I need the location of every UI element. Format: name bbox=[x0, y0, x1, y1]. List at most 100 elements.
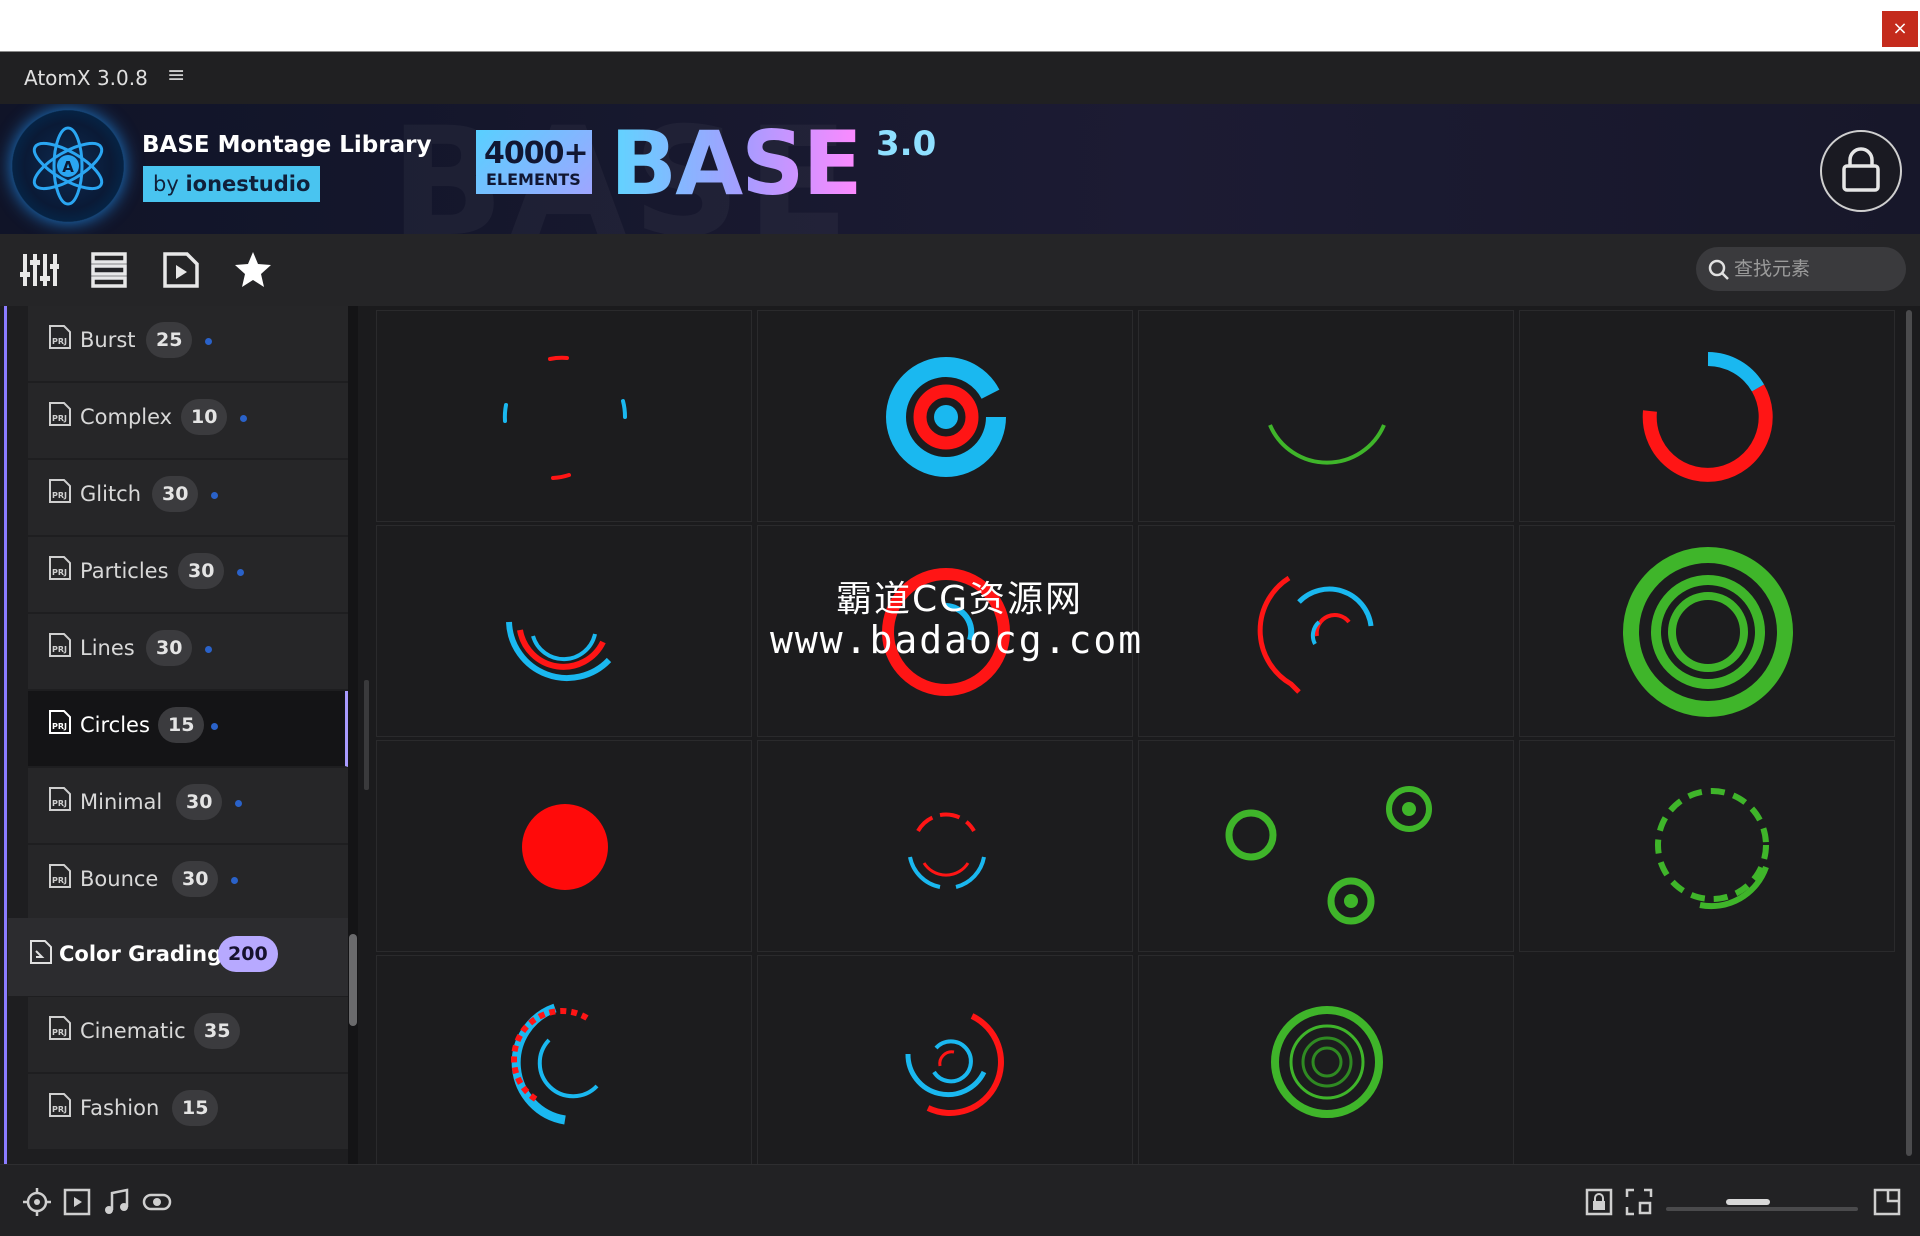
sidebar-item-label: Cinematic bbox=[80, 1019, 186, 1043]
premiere-project-icon: PRJ bbox=[49, 402, 71, 426]
category-sidebar: PRJ Burst 25 PRJ Complex 10 PRJ Glitch 3… bbox=[0, 306, 358, 1164]
toggle-icon[interactable] bbox=[142, 1187, 172, 1217]
author-name: ionestudio bbox=[185, 172, 311, 196]
premiere-project-icon: PRJ bbox=[49, 633, 71, 657]
premiere-project-icon: PRJ bbox=[49, 1093, 71, 1117]
status-dot bbox=[205, 646, 212, 653]
preview-tile-11[interactable] bbox=[1138, 740, 1514, 952]
preview-tile-3[interactable] bbox=[1138, 310, 1514, 522]
sidebar-item-label: Particles bbox=[80, 559, 169, 583]
library-banner: BASE A BASE Montage Library by ionestudi… bbox=[0, 104, 1920, 234]
sidebar-item-burst[interactable]: PRJ Burst 25 bbox=[28, 306, 348, 382]
preview-tile-1[interactable] bbox=[376, 310, 752, 522]
sidebar-group-label: Color Grading bbox=[59, 942, 223, 966]
sidebar-item-fashion[interactable]: PRJ Fashion 15 bbox=[28, 1074, 348, 1150]
preview-tile-15[interactable] bbox=[1138, 955, 1514, 1167]
list-icon[interactable] bbox=[89, 250, 129, 290]
sidebar-item-cinematic[interactable]: PRJ Cinematic 35 bbox=[28, 997, 348, 1073]
sidebar-item-label: Glitch bbox=[80, 482, 142, 506]
preview-tile-2[interactable] bbox=[757, 310, 1133, 522]
sidebar-item-bounce[interactable]: PRJ Bounce 30 bbox=[28, 845, 348, 921]
sidebar-item-label: Burst bbox=[80, 328, 136, 352]
expand-icon[interactable] bbox=[1872, 1187, 1902, 1217]
status-dot bbox=[235, 800, 242, 807]
status-dot bbox=[237, 569, 244, 576]
shopping-bag-icon bbox=[1842, 147, 1880, 192]
music-icon[interactable] bbox=[102, 1187, 132, 1217]
preview-tile-5[interactable] bbox=[376, 525, 752, 737]
svg-text:PRJ: PRJ bbox=[52, 568, 67, 577]
sidebar-accent-line bbox=[4, 306, 7, 1164]
premiere-project-icon: PRJ bbox=[49, 479, 71, 503]
count-badge: 15 bbox=[158, 707, 205, 743]
elements-count-badge: 4000+ ELEMENTS bbox=[476, 130, 592, 194]
video-icon[interactable] bbox=[62, 1187, 92, 1217]
count-badge: 30 bbox=[152, 476, 199, 512]
preview-grid bbox=[376, 310, 1900, 1167]
count-badge: 35 bbox=[194, 1013, 241, 1049]
preview-tile-12[interactable] bbox=[1519, 740, 1895, 952]
preview-tile-10[interactable] bbox=[757, 740, 1133, 952]
preview-tile-8[interactable] bbox=[1519, 525, 1895, 737]
search-input[interactable] bbox=[1734, 253, 1894, 285]
lock-icon[interactable] bbox=[1584, 1187, 1614, 1217]
svg-text:PRJ: PRJ bbox=[52, 337, 67, 346]
count-badge: 30 bbox=[178, 553, 225, 589]
svg-text:A: A bbox=[62, 158, 74, 176]
sidebar-item-label: Fashion bbox=[80, 1096, 160, 1120]
sidebar-item-complex[interactable]: PRJ Complex 10 bbox=[28, 383, 348, 459]
preview-tile-13[interactable] bbox=[376, 955, 752, 1167]
preview-tile-4[interactable] bbox=[1519, 310, 1895, 522]
search-icon bbox=[1708, 259, 1729, 280]
count-badge: 30 bbox=[176, 784, 223, 820]
zoom-slider-knob[interactable] bbox=[1726, 1199, 1770, 1205]
sidebar-item-glitch[interactable]: PRJ Glitch 30 bbox=[28, 460, 348, 536]
watermark-title: 霸道CG资源网 bbox=[836, 579, 1084, 620]
sidebar-item-minimal[interactable]: PRJ Minimal 30 bbox=[28, 768, 348, 844]
play-file-icon[interactable] bbox=[161, 250, 201, 290]
sidebar-item-circles[interactable]: PRJ Circles 15 bbox=[28, 691, 348, 767]
sidebar-item-label: Lines bbox=[80, 636, 135, 660]
grid-scrollbar[interactable] bbox=[1906, 310, 1912, 1156]
premiere-project-icon: PRJ bbox=[49, 556, 71, 580]
elements-unit: ELEMENTS bbox=[486, 170, 581, 189]
search-box[interactable] bbox=[1696, 247, 1906, 291]
product-version: 3.0 bbox=[876, 124, 937, 164]
status-dot bbox=[211, 723, 218, 730]
premiere-project-icon: PRJ bbox=[49, 864, 71, 888]
premiere-project-icon: PRJ bbox=[49, 710, 71, 734]
sidebar-item-particles[interactable]: PRJ Particles 30 bbox=[28, 537, 348, 613]
svg-text:PRJ: PRJ bbox=[52, 645, 67, 654]
svg-text:PRJ: PRJ bbox=[52, 799, 67, 808]
sliders-icon[interactable] bbox=[19, 250, 59, 290]
sidebar-item-label: Bounce bbox=[80, 867, 159, 891]
status-dot bbox=[240, 415, 247, 422]
library-author-tag[interactable]: by ionestudio bbox=[143, 166, 321, 202]
preview-tile-9[interactable] bbox=[376, 740, 752, 952]
premiere-project-icon: PRJ bbox=[49, 1016, 71, 1040]
preview-tile-14[interactable] bbox=[757, 955, 1133, 1167]
window-close-button[interactable]: × bbox=[1882, 11, 1918, 47]
preview-tile-7[interactable] bbox=[1138, 525, 1514, 737]
count-badge: 10 bbox=[181, 399, 228, 435]
svg-text:PRJ: PRJ bbox=[52, 876, 67, 885]
zoom-slider[interactable] bbox=[1666, 1207, 1858, 1211]
shopping-bag-button[interactable] bbox=[1820, 130, 1902, 212]
svg-text:PRJ: PRJ bbox=[52, 414, 67, 423]
hamburger-menu-icon[interactable]: ≡ bbox=[167, 63, 185, 88]
count-badge: 200 bbox=[218, 936, 278, 972]
sidebar-item-lines[interactable]: PRJ Lines 30 bbox=[28, 614, 348, 690]
move-target-icon[interactable] bbox=[22, 1187, 52, 1217]
premiere-project-icon: PRJ bbox=[49, 325, 71, 349]
sidebar-scroll-thumb[interactable] bbox=[349, 934, 357, 1026]
sidebar-scrollbar[interactable] bbox=[348, 306, 358, 1164]
svg-text:PRJ: PRJ bbox=[52, 1105, 67, 1114]
product-name: BASE bbox=[610, 112, 863, 215]
panel-resize-handle[interactable] bbox=[364, 680, 369, 790]
star-icon[interactable] bbox=[233, 250, 273, 290]
svg-text:PRJ: PRJ bbox=[52, 491, 67, 500]
atom-logo-icon[interactable]: A bbox=[12, 110, 124, 222]
fit-screen-icon[interactable] bbox=[1624, 1187, 1654, 1217]
sidebar-group-color-grading[interactable]: Color Grading 200 bbox=[8, 918, 348, 996]
count-badge: 15 bbox=[172, 1090, 219, 1126]
